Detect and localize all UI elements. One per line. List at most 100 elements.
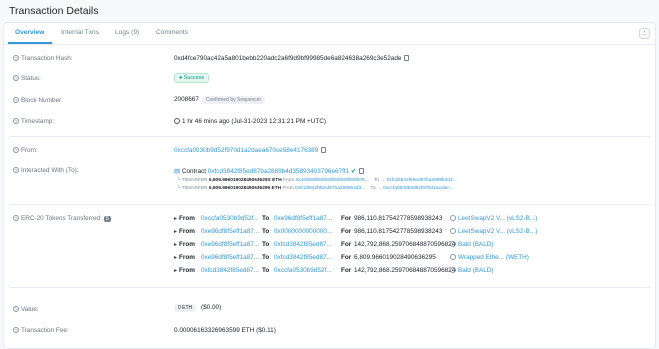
transfer-from-label: From [283, 178, 295, 183]
tab-overview[interactable]: Overview [15, 29, 44, 36]
transfer-tag: TRANSFER [181, 178, 208, 183]
value-label: Value: [21, 306, 39, 313]
copy-icon[interactable] [321, 147, 327, 153]
token-cell: Bald (BALD) [450, 241, 494, 248]
transfer-to-label: To [374, 178, 380, 183]
token-to-link[interactable]: 0xfcd3842f85ed87... [274, 241, 332, 248]
question-circle-icon: ? [13, 167, 19, 173]
question-circle-icon: ? [13, 327, 19, 333]
for-label: For [341, 241, 352, 248]
chevron-right-icon: ▸ [174, 229, 178, 235]
copy-icon[interactable] [404, 55, 410, 61]
block-number[interactable]: 2008667 [174, 96, 199, 103]
transfer-from-link[interactable]: 0x420000000000000000000000... [296, 178, 369, 183]
token-name-link[interactable]: LeetSwapV2 V... (vLS2-B...) [458, 215, 537, 222]
token-icon [450, 228, 456, 234]
tab-internal-txns[interactable]: Internal Txns [61, 29, 99, 36]
token-cell: LeetSwapV2 V... (vLS2-B...) [450, 215, 537, 222]
to-label: To [262, 254, 270, 261]
token-from-link[interactable]: 0xe96df8f5eff1a87... [201, 254, 259, 261]
transfer-to-link[interactable]: 0xccfa0530b9d52f970d1a2dae... [383, 186, 453, 191]
status-badge: ● Success [174, 73, 210, 83]
transfer-amount: 6,809.96601902849063629S ETH [208, 178, 282, 183]
token-amount: 142,792,868.259706848870596824 [354, 267, 456, 274]
token-name-link[interactable]: Bald (BALD) [458, 267, 494, 274]
token-to-link[interactable]: 0xe96df8f5eff1a87... [274, 215, 332, 222]
contract-address-link[interactable]: 0xfcd3842f85ed87ba2889b4d35893403796e67f… [208, 168, 349, 175]
internal-transfer-row: └ TRANSFER 6,809.966019028490636295 ETH … [177, 186, 453, 191]
to-label: To [262, 241, 270, 248]
token-cell: Bald (BALD) [450, 267, 494, 274]
interacted-label: Interacted With (To): [21, 167, 79, 174]
transaction-hash: 0xd4fce790ac42a5a801bebb220adc2a6f9d9bf9… [174, 55, 402, 62]
check-circle-icon: ✔ [350, 168, 357, 175]
token-transfer-row: ▸ From 0xe96df8f5eff1a87... To 0xfcd3842f… [174, 241, 494, 248]
value-row: 0 ETH ($0.00) [174, 304, 221, 312]
erc20-count-badge: 5 [103, 216, 111, 222]
value-label-row: ? Value: [13, 306, 39, 313]
token-amount: 142,792,868.259706848870596824 [354, 241, 456, 248]
token-amount: 6,809.966019028490636295 [354, 254, 436, 261]
token-to-link[interactable]: 0xccfa0530b9d52f... [274, 267, 332, 274]
page-title: Transaction Details [9, 5, 99, 17]
token-name-link[interactable]: Bald (BALD) [458, 241, 494, 248]
token-icon [450, 215, 456, 221]
from-label: From [179, 267, 195, 274]
divider [10, 287, 650, 288]
fee-value: 0.00006163326963599 ETH ($0.11) [174, 327, 276, 334]
chevron-right-icon: ▸ [174, 216, 178, 222]
status-label-row: ? Status: [13, 75, 41, 82]
token-amount: 986,110.817542778598938243 [354, 215, 443, 222]
hash-label-row: ? Transaction Hash: [13, 55, 73, 62]
transfer-tag: TRANSFER [181, 186, 208, 191]
token-from-link[interactable]: 0xe96df8f5eff1a87... [201, 228, 259, 235]
erc20-label-row: ? ERC-20 Tokens Transferred: 5 [13, 215, 111, 222]
token-name-link[interactable]: Wrapped Ethe... (WETH) [458, 254, 529, 261]
token-icon [450, 241, 456, 247]
question-circle-icon: ? [13, 75, 19, 81]
transfer-from-link[interactable]: 0xfcd3842f85ed87ba2889b4d3... [295, 186, 365, 191]
chevron-right-icon: ▸ [174, 268, 178, 274]
status-value-row: ● Success [174, 73, 210, 83]
to-label: To [262, 267, 270, 274]
tab-comments[interactable]: Comments [156, 29, 188, 36]
to-label: To [262, 215, 270, 222]
token-to-link[interactable]: 0xfcd3842f85ed87... [274, 254, 332, 261]
token-from-link[interactable]: 0xccfa0530b9d52f... [201, 215, 259, 222]
block-label: Block Number: [21, 97, 63, 104]
tab-logs[interactable]: Logs (9) [115, 29, 139, 36]
from-label-row: ? From: [13, 147, 38, 154]
fee-label-row: ? Transaction Fee: [13, 327, 69, 334]
timestamp-value: 1 hr 46 mins ago (Jul-31-2023 12:31:21 P… [182, 118, 327, 125]
fee-label: Transaction Fee: [21, 327, 69, 334]
value-badge: 0 ETH [174, 304, 197, 312]
active-tab-indicator [8, 42, 52, 44]
value-usd: ($0.00) [200, 304, 222, 311]
question-circle-icon: ? [13, 118, 19, 124]
divider [10, 204, 650, 205]
block-label-row: ? Block Number: [13, 97, 63, 104]
clock-icon: · [174, 118, 180, 124]
tab-bar: Overview Internal Txns Logs (9) Comments… [4, 23, 655, 45]
token-from-link[interactable]: 0xfcd3842f85ed87... [201, 267, 259, 274]
from-address-link[interactable]: 0xccfa0530b9d52f970d1a2daea670ce58e41763… [174, 147, 318, 154]
file-contract-icon: ▤ [174, 168, 181, 175]
token-icon [450, 267, 456, 273]
more-options-button[interactable]: : [639, 28, 650, 39]
interacted-value-row: ▤ Contract 0xfcd3842f85ed87ba2889b4d3589… [174, 167, 365, 175]
question-circle-icon: ? [13, 306, 19, 312]
from-label: From: [21, 147, 38, 154]
erc20-label: ERC-20 Tokens Transferred: [21, 215, 102, 222]
token-to-link[interactable]: 0x0000000000000... [274, 228, 332, 235]
block-value-row: 2008667 Confirmed by Sequencer [174, 96, 266, 104]
transfer-to-label: To [370, 186, 376, 191]
for-label: For [341, 267, 352, 274]
interacted-label-row: ? Interacted With (To): [13, 167, 79, 174]
token-from-link[interactable]: 0xe96df8f5eff1a87... [201, 241, 259, 248]
transfer-to-link[interactable]: 0xfcd3842f85ed87ba2889b4d3... [387, 178, 457, 183]
chevron-right-icon: ▸ [174, 242, 178, 248]
hash-label: Transaction Hash: [21, 55, 73, 62]
copy-icon[interactable] [359, 168, 365, 174]
contract-prefix: Contract [181, 168, 206, 175]
token-name-link[interactable]: LeetSwapV2 V... (vLS2-B...) [458, 228, 537, 235]
